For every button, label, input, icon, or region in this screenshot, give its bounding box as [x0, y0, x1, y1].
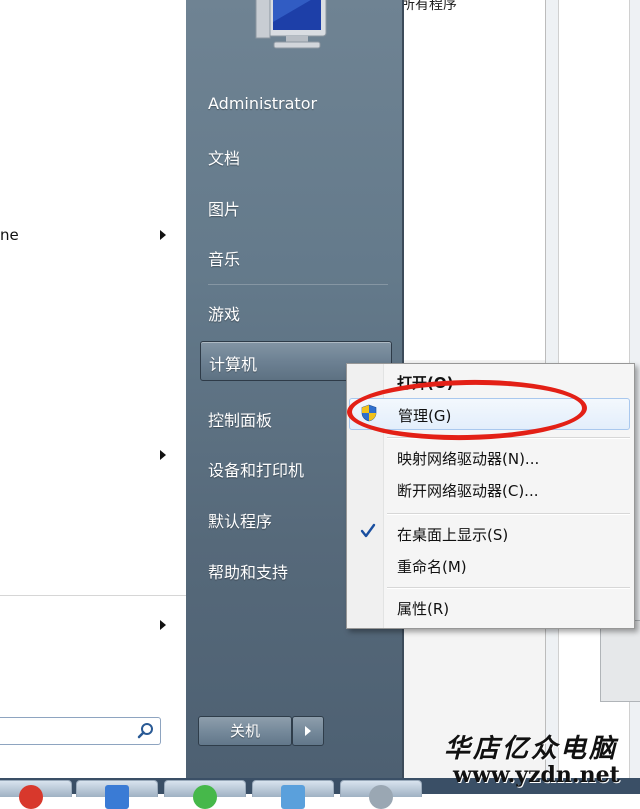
pictures-label: 图片 [208, 200, 241, 219]
programs-pane: ne [0, 0, 187, 778]
divider [0, 595, 186, 596]
music-label: 音乐 [208, 250, 241, 269]
divider [208, 284, 388, 285]
uac-shield-icon [361, 404, 377, 422]
check-icon [360, 523, 376, 538]
documents-item[interactable]: 文档 [200, 141, 390, 169]
app-icon [281, 785, 305, 809]
help-support-label: 帮助和支持 [208, 563, 289, 582]
search-icon[interactable] [137, 722, 154, 739]
ctx-show-on-desktop-label: 在桌面上显示(S) [397, 526, 509, 544]
ctx-open-item[interactable]: 打开(O) [349, 366, 630, 396]
background-panel: 所有程序 [395, 0, 546, 360]
divider [387, 437, 630, 439]
taskbar-button[interactable] [252, 780, 334, 809]
all-programs-item[interactable] [0, 612, 180, 638]
shutdown-button[interactable]: 关机 [198, 716, 292, 746]
ctx-map-drive-label: 映射网络驱动器(N)... [397, 450, 540, 468]
computer-context-menu: 打开(O) 管理(G) 映射网络驱动器(N)... 断开网络驱动器(C)... … [346, 363, 635, 629]
program-item-label: ne [0, 226, 19, 244]
user-name-label: Administrator [208, 94, 318, 113]
divider [387, 587, 630, 589]
computer-monitor-icon [255, 0, 327, 49]
taskbar-button[interactable] [0, 780, 72, 809]
search-input[interactable] [0, 717, 161, 745]
games-item[interactable]: 游戏 [200, 297, 390, 325]
music-item[interactable]: 音乐 [200, 242, 390, 270]
watermark-url: www.yzdn.net [453, 762, 620, 788]
ctx-rename-item[interactable]: 重命名(M) [349, 550, 630, 580]
app-icon [193, 785, 217, 809]
program-item[interactable]: ne [0, 222, 180, 248]
taskbar-button[interactable] [164, 780, 246, 809]
ctx-show-on-desktop-item[interactable]: 在桌面上显示(S) [349, 518, 630, 548]
watermark-title: 华店亿众电脑 [444, 734, 619, 764]
pictures-item[interactable]: 图片 [200, 192, 390, 220]
documents-label: 文档 [208, 149, 241, 168]
games-label: 游戏 [208, 305, 241, 324]
taskbar-button[interactable] [340, 780, 422, 809]
ctx-disconnect-drive-label: 断开网络驱动器(C)... [397, 482, 539, 500]
submenu-arrow-icon [160, 230, 166, 240]
default-programs-label: 默认程序 [208, 512, 273, 531]
ctx-properties-label: 属性(R) [397, 600, 450, 618]
chevron-right-icon [305, 726, 311, 736]
taskbar-button[interactable] [76, 780, 158, 809]
program-item[interactable] [0, 442, 180, 468]
devices-printers-label: 设备和打印机 [208, 461, 305, 480]
ctx-rename-label: 重命名(M) [397, 558, 467, 576]
browser-icon [19, 785, 43, 809]
ctx-map-drive-item[interactable]: 映射网络驱动器(N)... [349, 442, 630, 472]
ctx-manage-label: 管理(G) [398, 407, 452, 425]
computer-label: 计算机 [209, 355, 258, 374]
ctx-disconnect-drive-item[interactable]: 断开网络驱动器(C)... [349, 474, 630, 504]
ctx-manage-item[interactable]: 管理(G) [349, 398, 630, 430]
ctx-properties-item[interactable]: 属性(R) [349, 592, 630, 622]
app-icon [369, 785, 393, 809]
user-name-item[interactable]: Administrator [200, 90, 390, 118]
submenu-arrow-icon [160, 620, 166, 630]
control-panel-label: 控制面板 [208, 411, 273, 430]
shutdown-options-button[interactable] [292, 716, 324, 746]
background-partial-text: 所有程序 [401, 0, 457, 13]
submenu-arrow-icon [160, 450, 166, 460]
ctx-open-label: 打开(O) [397, 374, 454, 392]
explorer-icon [105, 785, 129, 809]
background-box [600, 620, 640, 702]
divider [387, 513, 630, 515]
